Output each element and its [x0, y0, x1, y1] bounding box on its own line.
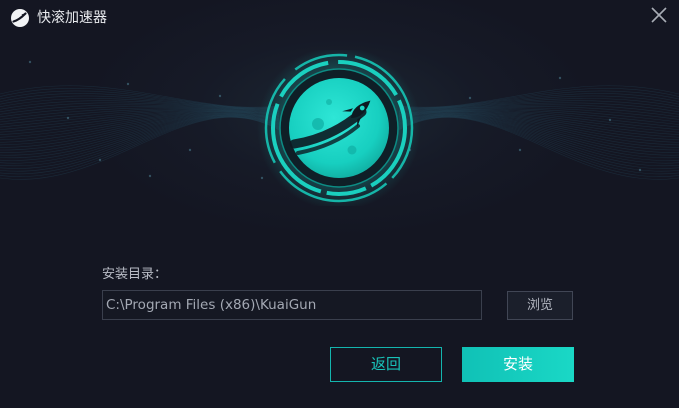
background-wave-line [398, 114, 679, 161]
install-path-input[interactable] [102, 290, 482, 320]
background-wave-line [398, 116, 679, 172]
close-icon[interactable] [646, 2, 672, 28]
background-wave-line [0, 114, 280, 161]
background-star-dot [188, 148, 192, 152]
install-button[interactable]: 安装 [462, 347, 574, 382]
window-title: 快滚加速器 [37, 10, 107, 26]
background-star-dot [66, 116, 70, 120]
background-wave-line [0, 114, 280, 156]
rocket-logo-icon [11, 9, 29, 27]
background-wave-line [398, 85, 679, 108]
background-star-dot [558, 76, 562, 80]
background-star-dot [28, 60, 32, 64]
background-star-dot [608, 118, 612, 122]
install-dir-label: 安装目录： [102, 267, 168, 282]
browse-button[interactable]: 浏览 [507, 291, 573, 320]
background-star-dot [98, 158, 102, 162]
background-wave-line [398, 117, 679, 180]
background-wave-line [0, 116, 280, 172]
rocket-planet-icon [257, 50, 421, 206]
background-wave-line [398, 116, 679, 177]
background-star-dot [218, 94, 222, 98]
background-wave-line [0, 117, 280, 180]
background-star-dot [468, 96, 472, 100]
installer-window: 快滚加速器 安装目录： C:\Program Files (x86)\KuaiG… [0, 0, 679, 408]
background-star-dot [638, 168, 642, 172]
background-star-dot [518, 148, 522, 152]
background-wave-line [0, 85, 280, 108]
background-star-dot [126, 82, 130, 86]
title-bar: 快滚加速器 [0, 0, 679, 34]
background-wave-line [398, 90, 679, 109]
back-button[interactable]: 返回 [330, 347, 442, 382]
background-star-dot [148, 174, 152, 178]
background-wave-line [0, 90, 280, 109]
background-wave-line [0, 116, 280, 177]
